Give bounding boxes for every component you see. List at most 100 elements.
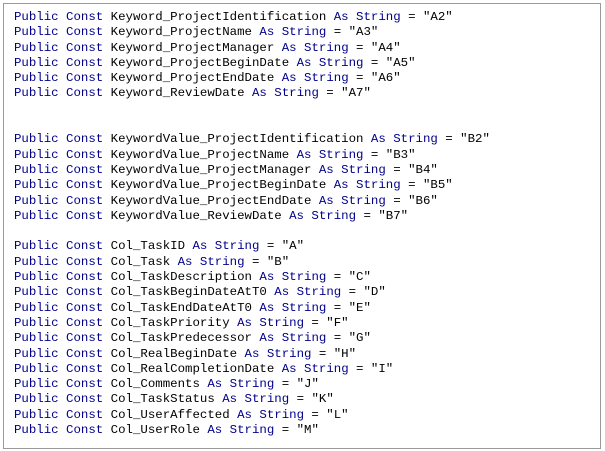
code-token: Col_TaskBeginDateAtT0	[103, 285, 275, 300]
keyword-token: As String	[177, 254, 245, 269]
keyword-token: Public Const	[14, 71, 104, 86]
blank-code-line[interactable]	[14, 224, 490, 239]
keyword-token: As String	[222, 392, 290, 407]
keyword-token: As String	[318, 193, 386, 208]
keyword-token: Public Const	[14, 270, 104, 285]
keyword-token: Public Const	[14, 254, 104, 269]
code-line[interactable]: Public Const Col_TaskBeginDateAtT0 As St…	[14, 285, 490, 300]
keyword-token: Public Const	[14, 178, 104, 193]
keyword-token: Public Const	[14, 300, 104, 315]
code-line[interactable]: Public Const KeywordValue_ProjectEndDate…	[14, 194, 490, 209]
code-token: = "B2"	[437, 132, 490, 147]
keyword-token: Public Const	[14, 315, 104, 330]
keyword-token: Public Const	[14, 407, 104, 422]
code-token: = "B4"	[385, 162, 438, 177]
code-token: Keyword_ReviewDate	[103, 86, 252, 101]
code-line[interactable]: Public Const Col_RealBeginDate As String…	[14, 347, 490, 362]
code-line[interactable]: Public Const Col_TaskPriority As String …	[14, 316, 490, 331]
code-token: = "B"	[244, 254, 290, 269]
keyword-token: As String	[333, 178, 401, 193]
code-token: = "A6"	[348, 71, 401, 86]
keyword-token: As String	[281, 40, 349, 55]
keyword-token: As String	[251, 86, 319, 101]
keyword-token: As String	[259, 25, 327, 40]
code-token: Keyword_ProjectName	[103, 25, 260, 40]
code-token: Col_UserAffected	[103, 407, 238, 422]
keyword-token: As String	[296, 55, 364, 70]
code-line[interactable]: Public Const KeywordValue_ReviewDate As …	[14, 209, 490, 224]
code-token: KeywordValue_ProjectName	[103, 147, 297, 162]
code-token: Col_RealCompletionDate	[103, 361, 282, 376]
code-line[interactable]: Public Const Col_TaskEndDateAtT0 As Stri…	[14, 301, 490, 316]
code-token: Keyword_ProjectBeginDate	[103, 55, 297, 70]
keyword-token: Public Const	[14, 377, 104, 392]
blank-code-line[interactable]	[14, 117, 490, 132]
keyword-token: Public Const	[14, 239, 104, 254]
code-token: Keyword_ProjectManager	[103, 40, 282, 55]
code-line[interactable]: Public Const Col_UserAffected As String …	[14, 408, 490, 423]
keyword-token: As String	[259, 270, 327, 285]
keyword-token: Public Const	[14, 55, 104, 70]
code-token: = "H"	[311, 346, 357, 361]
code-token: Col_Comments	[103, 377, 208, 392]
code-line[interactable]: Public Const Keyword_ReviewDate As Strin…	[14, 86, 490, 101]
code-token: Col_TaskPriority	[103, 315, 238, 330]
code-line[interactable]: Public Const Col_Task As String = "B"	[14, 255, 490, 270]
code-line[interactable]: Public Const Col_RealCompletionDate As S…	[14, 362, 490, 377]
code-token: = "D"	[341, 285, 386, 300]
code-token: = "B6"	[385, 193, 438, 208]
code-line[interactable]: Public Const KeywordValue_ProjectManager…	[14, 163, 490, 178]
code-token: KeywordValue_ProjectManager	[103, 162, 319, 177]
keyword-token: As String	[259, 331, 327, 346]
code-line[interactable]: Public Const Keyword_ProjectBeginDate As…	[14, 56, 490, 71]
keyword-token: Public Const	[14, 392, 104, 407]
blank-code-line[interactable]	[14, 102, 490, 117]
keyword-token: As String	[207, 377, 275, 392]
code-listing[interactable]: Public Const Keyword_ProjectIdentificati…	[14, 10, 490, 438]
code-line[interactable]: Public Const Col_UserRole As String = "M…	[14, 423, 490, 438]
code-token: Col_UserRole	[103, 423, 208, 438]
keyword-token: As String	[289, 208, 357, 223]
code-token: = "A5"	[363, 55, 416, 70]
keyword-token: Public Const	[14, 193, 104, 208]
keyword-token: As String	[237, 315, 304, 330]
code-token: = "G"	[326, 331, 371, 346]
code-token: Col_TaskID	[103, 239, 193, 254]
keyword-token: As String	[237, 407, 304, 422]
code-token: = "B5"	[400, 178, 453, 193]
code-line[interactable]: Public Const Col_TaskPredecessor As Stri…	[14, 331, 490, 346]
keyword-token: As String	[296, 147, 364, 162]
code-token: = "L"	[304, 407, 349, 422]
code-token: KeywordValue_ProjectIdentification	[103, 132, 371, 147]
code-line[interactable]: Public Const Col_TaskID As String = "A"	[14, 239, 490, 254]
code-token: Keyword_ProjectIdentification	[103, 10, 334, 24]
keyword-token: As String	[318, 162, 386, 177]
keyword-token: Public Const	[14, 10, 104, 24]
code-token: KeywordValue_ProjectEndDate	[103, 193, 319, 208]
keyword-token: As String	[244, 346, 312, 361]
keyword-token: Public Const	[14, 132, 104, 147]
code-token: = "A2"	[400, 10, 453, 24]
code-line[interactable]: Public Const Keyword_ProjectName As Stri…	[14, 25, 490, 40]
code-token: = "E"	[326, 300, 371, 315]
code-token: = "M"	[274, 423, 319, 438]
code-token: = "A7"	[318, 86, 371, 101]
code-line[interactable]: Public Const Keyword_ProjectIdentificati…	[14, 10, 490, 25]
code-token: = "J"	[274, 377, 319, 392]
code-token: = "F"	[304, 315, 349, 330]
keyword-token: As String	[333, 10, 401, 24]
code-line[interactable]: Public Const Keyword_ProjectEndDate As S…	[14, 71, 490, 86]
code-line[interactable]: Public Const Col_TaskStatus As String = …	[14, 392, 490, 407]
keyword-token: As String	[370, 132, 438, 147]
keyword-token: As String	[281, 361, 349, 376]
code-line[interactable]: Public Const Col_TaskDescription As Stri…	[14, 270, 490, 285]
code-line[interactable]: Public Const KeywordValue_ProjectName As…	[14, 148, 490, 163]
keyword-token: As String	[281, 71, 349, 86]
code-editor[interactable]: Public Const Keyword_ProjectIdentificati…	[3, 3, 601, 449]
keyword-token: As String	[274, 285, 342, 300]
code-line[interactable]: Public Const Keyword_ProjectManager As S…	[14, 41, 490, 56]
code-line[interactable]: Public Const KeywordValue_ProjectIdentif…	[14, 132, 490, 147]
code-token: = "K"	[289, 392, 334, 407]
code-line[interactable]: Public Const Col_Comments As String = "J…	[14, 377, 490, 392]
code-line[interactable]: Public Const KeywordValue_ProjectBeginDa…	[14, 178, 490, 193]
